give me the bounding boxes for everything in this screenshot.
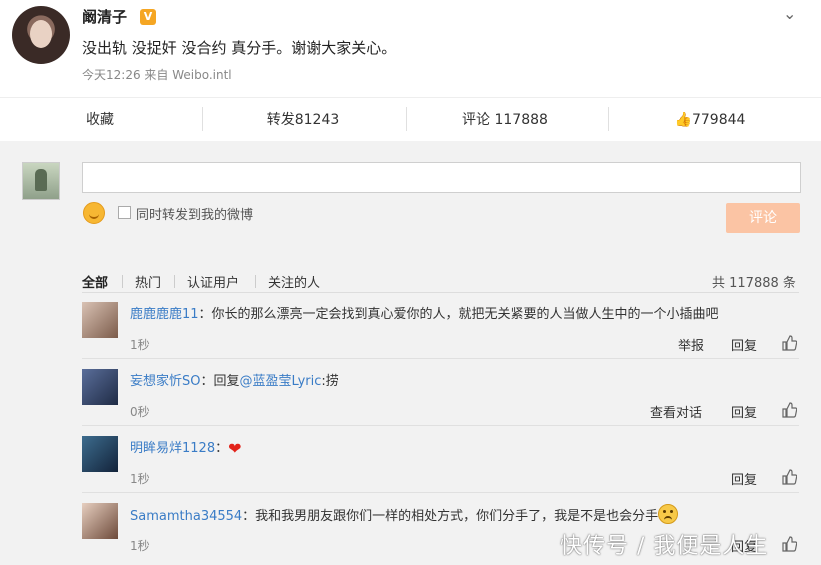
repost-button[interactable]: 转发81243 <box>228 98 378 142</box>
weibo-post: 阚清子 V ⌄ 没出轨 没捉奸 没合约 真分手。谢谢大家关心。 今天12:26 … <box>0 0 821 96</box>
reply-button[interactable]: 回复 <box>731 335 757 354</box>
forward-checkbox[interactable] <box>118 206 131 219</box>
thumbs-up-icon[interactable] <box>781 469 797 485</box>
verified-badge-icon: V <box>140 9 156 25</box>
comment-text: 妄想家忻SO：回复@蓝盈莹Lyric:捞 <box>130 370 339 389</box>
comment-body: :捞 <box>321 374 339 389</box>
thumbs-up-icon[interactable] <box>781 402 797 418</box>
divider <box>406 107 407 131</box>
reply-button[interactable]: 回复 <box>731 402 757 421</box>
list-item: 鹿鹿鹿鹿11：你长的那么漂亮一定会找到真心爱你的人，就把无关紧要的人当做人生中的… <box>0 294 821 360</box>
comment-text: 鹿鹿鹿鹿11：你长的那么漂亮一定会找到真心爱你的人，就把无关紧要的人当做人生中的… <box>130 303 719 322</box>
comment-time: 1秒 <box>130 539 150 553</box>
sad-face-icon <box>658 504 679 524</box>
divider <box>202 107 203 131</box>
comment-input[interactable] <box>82 162 801 193</box>
tab-verified[interactable]: 认证用户 <box>187 272 239 291</box>
divider <box>174 275 175 288</box>
commenter-avatar[interactable] <box>82 503 118 539</box>
commenter-avatar[interactable] <box>82 436 118 472</box>
comment-total: 共 117888 条 <box>712 276 796 291</box>
favorite-button[interactable]: 收藏 <box>40 98 160 142</box>
comment-text: 明眸易烊1128：❤ <box>130 437 242 458</box>
list-item: 明眸易烊1128：❤ 1秒 回复 <box>0 428 821 494</box>
tab-all[interactable]: 全部 <box>82 272 108 291</box>
commenter-name[interactable]: Samamtha34554 <box>130 509 242 524</box>
emoji-smile-icon[interactable] <box>83 202 105 224</box>
mention-link[interactable]: @蓝盈莹Lyric <box>240 374 322 389</box>
commenter-name[interactable]: 鹿鹿鹿鹿11 <box>130 307 199 322</box>
divider <box>608 107 609 131</box>
author-avatar[interactable] <box>12 6 70 64</box>
comment-button[interactable]: 评论 117888 <box>430 98 580 142</box>
submit-comment-button[interactable]: 评论 <box>726 203 800 233</box>
like-count: 779844 <box>691 112 746 128</box>
divider <box>122 275 123 288</box>
list-item: 妄想家忻SO：回复@蓝盈莹Lyric:捞 0秒 查看对话 回复 <box>0 361 821 427</box>
divider <box>82 492 799 493</box>
commenter-name[interactable]: 明眸易烊1128 <box>130 441 215 456</box>
like-button[interactable]: 👍779844 <box>640 98 780 142</box>
comment-text: Samamtha34554：我和我男朋友跟你们一样的相处方式，你们分手了，我是不… <box>130 504 679 524</box>
divider <box>255 275 256 288</box>
view-conversation-button[interactable]: 查看对话 <box>650 402 702 421</box>
thumbs-up-icon[interactable] <box>781 335 797 351</box>
heart-icon: ❤ <box>228 439 242 458</box>
tab-following[interactable]: 关注的人 <box>268 272 320 291</box>
comment-pre: ：回复 <box>200 374 240 389</box>
comment-body: ：我和我男朋友跟你们一样的相处方式，你们分手了，我是不是也会分手 <box>242 509 659 524</box>
commenter-avatar[interactable] <box>82 302 118 338</box>
comment-body: ： <box>215 441 229 456</box>
divider <box>82 358 799 359</box>
report-button[interactable]: 举报 <box>678 335 704 354</box>
thumbs-up-icon[interactable] <box>781 536 797 552</box>
commenter-name[interactable]: 妄想家忻SO <box>130 374 201 389</box>
commenter-avatar[interactable] <box>82 369 118 405</box>
comment-time: 0秒 <box>130 405 150 419</box>
divider <box>82 425 799 426</box>
post-meta: 今天12:26 来自 Weibo.intl <box>82 68 232 82</box>
comment-body: ：你长的那么漂亮一定会找到真心爱你的人，就把无关紧要的人当做人生中的一个小插曲吧 <box>198 307 719 322</box>
comment-time: 1秒 <box>130 472 150 486</box>
post-content: 没出轨 没捉奸 没合约 真分手。谢谢大家关心。 <box>82 39 397 57</box>
watermark: 快传号 / 我便是人生 <box>560 534 769 559</box>
comment-time: 1秒 <box>130 338 150 352</box>
thumbs-up-icon: 👍 <box>674 112 692 128</box>
post-action-bar: 收藏 转发81243 评论 117888 👍779844 <box>0 97 821 143</box>
my-avatar <box>22 162 60 200</box>
reply-button[interactable]: 回复 <box>731 469 757 488</box>
forward-label: 同时转发到我的微博 <box>136 208 254 223</box>
divider <box>82 292 799 293</box>
author-name[interactable]: 阚清子 <box>82 6 127 27</box>
chevron-down-icon[interactable]: ⌄ <box>783 4 796 23</box>
tab-hot[interactable]: 热门 <box>135 272 161 291</box>
